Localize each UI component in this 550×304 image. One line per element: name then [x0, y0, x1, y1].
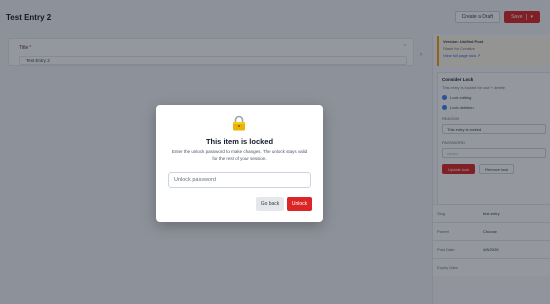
lock-icon	[233, 115, 245, 131]
unlock-password-input[interactable]	[168, 172, 311, 188]
dialog-title: This item is locked	[205, 137, 274, 146]
unlock-button[interactable]: Unlock	[287, 197, 312, 211]
go-back-button[interactable]: Go back	[256, 197, 284, 211]
dialog-description: Enter the unlock password to make change…	[171, 149, 308, 161]
locked-item-dialog: This item is locked Enter the unlock pas…	[156, 105, 323, 222]
